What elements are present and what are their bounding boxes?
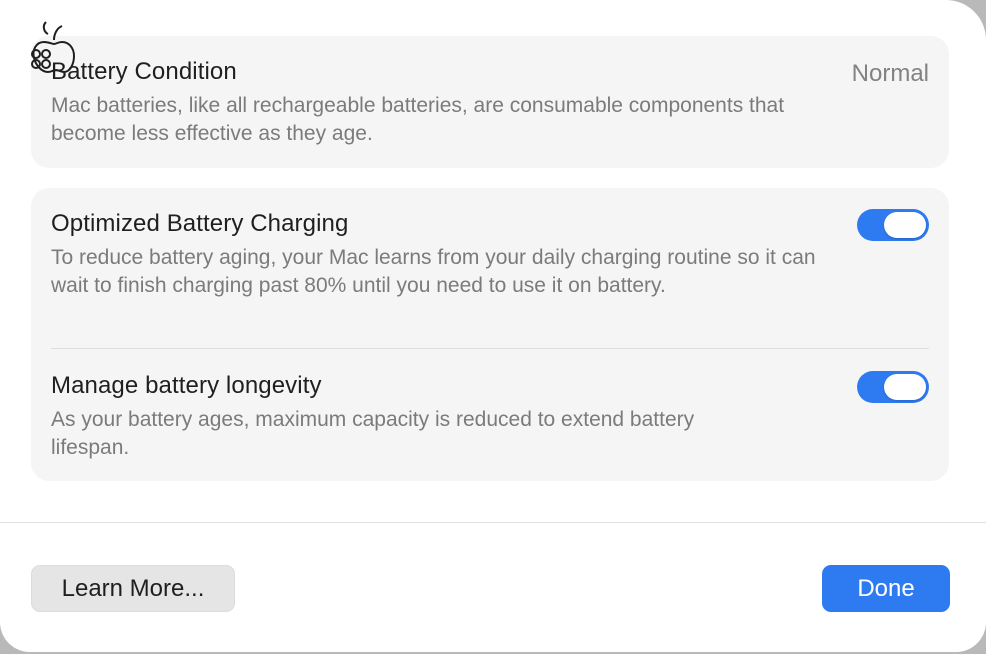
toggle-knob	[884, 212, 926, 238]
done-button[interactable]: Done	[822, 565, 950, 612]
manage-longevity-title: Manage battery longevity	[51, 372, 322, 399]
toggle-knob	[884, 374, 926, 400]
optimized-charging-title: Optimized Battery Charging	[51, 210, 349, 237]
battery-condition-card: Battery Condition Normal Mac batteries, …	[31, 36, 949, 168]
manage-longevity-description: As your battery ages, maximum capacity i…	[51, 408, 695, 459]
apple-command-icon	[31, 21, 76, 74]
learn-more-button[interactable]: Learn More...	[31, 565, 235, 612]
battery-condition-description: Mac batteries, like all rechargeable bat…	[51, 94, 785, 145]
optimized-charging-toggle[interactable]	[857, 209, 929, 241]
battery-health-dialog: Battery Condition Normal Mac batteries, …	[0, 0, 986, 652]
manage-longevity-toggle[interactable]	[857, 371, 929, 403]
battery-options-card: Optimized Battery Charging To reduce bat…	[31, 188, 949, 481]
battery-condition-value: Normal	[851, 60, 929, 87]
row-divider	[51, 348, 929, 349]
optimized-charging-description: To reduce battery aging, your Mac learns…	[51, 246, 816, 297]
battery-condition-title: Battery Condition	[51, 58, 237, 85]
footer-divider	[0, 522, 986, 523]
